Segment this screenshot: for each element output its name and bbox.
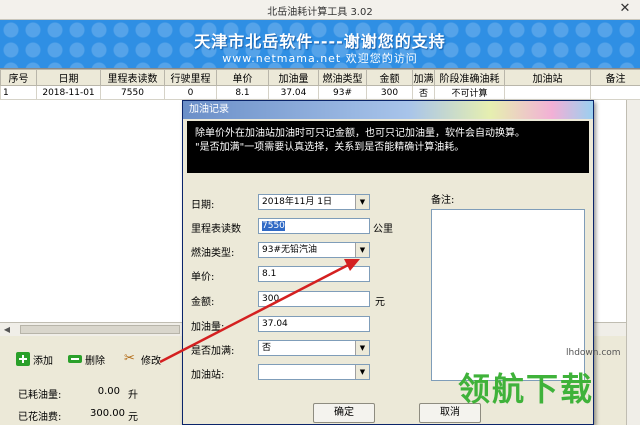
column-header[interactable]: 燃油类型 bbox=[318, 69, 367, 86]
table-cell: 37.04 bbox=[268, 85, 319, 100]
amount-unit: 元 bbox=[375, 297, 385, 308]
date-picker[interactable]: 2018年11月 1日 ▼ bbox=[258, 194, 370, 210]
scrollbar-thumb[interactable] bbox=[20, 325, 180, 334]
volume-label: 加油量: bbox=[191, 322, 225, 333]
station-label: 加油站: bbox=[191, 370, 225, 381]
column-header[interactable]: 里程表读数 bbox=[100, 69, 165, 86]
full-label: 是否加满: bbox=[191, 346, 235, 357]
scroll-left-icon[interactable]: ◀ bbox=[0, 323, 14, 336]
stat-label: 已耗油量: bbox=[18, 390, 62, 401]
table-cell bbox=[590, 85, 640, 100]
odometer-label: 里程表读数 bbox=[191, 224, 241, 235]
watermark-logo: 领航下载 bbox=[458, 370, 595, 408]
price-input[interactable]: 8.1 bbox=[258, 266, 370, 282]
stat-unit: 元 bbox=[128, 412, 138, 423]
fuel-type-value: 93#无铅汽油 bbox=[262, 245, 317, 255]
table-row[interactable]: 1 2018-11-01 7550 0 8.1 37.04 93# 300 否 … bbox=[0, 85, 640, 100]
table-cell: 不可计算 bbox=[434, 85, 505, 100]
station-select[interactable]: ▼ bbox=[258, 364, 370, 380]
title-bar: 北岳油耗计算工具 3.02 ✕ bbox=[0, 0, 640, 20]
table-cell: 8.1 bbox=[216, 85, 269, 100]
amount-input[interactable]: 300 bbox=[258, 291, 370, 307]
notes-label: 备注: bbox=[431, 195, 455, 206]
table-cell: 否 bbox=[412, 85, 435, 100]
amount-value: 300 bbox=[262, 294, 280, 304]
fuel-type-select[interactable]: 93#无铅汽油 ▼ bbox=[258, 242, 370, 258]
ok-button[interactable]: 确定 bbox=[313, 403, 375, 423]
info-line: 除单价外在加油站加油时可只记金额，也可只记加油量，软件会自动换算。 bbox=[195, 128, 525, 139]
column-header[interactable]: 阶段准确油耗 bbox=[434, 69, 505, 86]
odometer-value: 7550 bbox=[262, 221, 285, 231]
delete-label: 删除 bbox=[85, 355, 105, 367]
column-header[interactable]: 行驶里程 bbox=[164, 69, 217, 86]
edit-label: 修改 bbox=[141, 355, 161, 367]
table-cell: 93# bbox=[318, 85, 367, 100]
notes-textarea[interactable] bbox=[431, 209, 585, 381]
chevron-down-icon[interactable]: ▼ bbox=[355, 365, 369, 379]
banner-title: 天津市北岳软件----谢谢您的支持 bbox=[194, 32, 446, 51]
tools-icon: ✂ bbox=[124, 351, 135, 366]
stat-unit: 升 bbox=[128, 390, 138, 401]
banner: 天津市北岳软件----谢谢您的支持 www.netmama.net 欢迎您的访问 bbox=[0, 20, 640, 68]
column-header[interactable]: 加满 bbox=[412, 69, 435, 86]
price-value: 8.1 bbox=[262, 269, 277, 279]
table-header-row: 序号 日期 里程表读数 行驶里程 单价 加油量 燃油类型 金额 加满 阶段准确油… bbox=[0, 69, 640, 86]
table-cell bbox=[504, 85, 591, 100]
chevron-down-icon[interactable]: ▼ bbox=[355, 243, 369, 257]
fuel-cost-stat: 已花油费: 300.00 元 bbox=[18, 408, 138, 423]
edit-button[interactable]: ✂ 修改 bbox=[124, 350, 161, 368]
fuel-type-label: 燃油类型: bbox=[191, 248, 235, 259]
dialog-title: 加油记录 bbox=[183, 101, 593, 119]
stat-label: 已花油费: bbox=[18, 412, 62, 423]
stat-value: 300.00 bbox=[90, 408, 125, 419]
table-cell: 7550 bbox=[100, 85, 165, 100]
table-cell: 0 bbox=[164, 85, 217, 100]
odometer-input[interactable]: 7550 bbox=[258, 218, 370, 234]
add-label: 添加 bbox=[33, 355, 53, 367]
column-header[interactable]: 加油量 bbox=[268, 69, 319, 86]
date-value: 2018年11月 1日 bbox=[262, 197, 332, 207]
info-line: "是否加满"一项需要认真选择，关系到是否能精确计算油耗。 bbox=[195, 142, 465, 153]
add-button[interactable]: 添加 bbox=[16, 350, 53, 368]
volume-input[interactable]: 37.04 bbox=[258, 316, 370, 332]
close-icon[interactable]: ✕ bbox=[616, 1, 634, 17]
fuel-used-stat: 已耗油量: 0.00 升 bbox=[18, 386, 138, 401]
full-select[interactable]: 否 ▼ bbox=[258, 340, 370, 356]
odometer-unit: 公里 bbox=[373, 224, 393, 235]
volume-value: 37.04 bbox=[262, 319, 288, 329]
table-cell: 300 bbox=[366, 85, 413, 100]
date-label: 日期: bbox=[191, 200, 215, 211]
column-header[interactable]: 备注 bbox=[590, 69, 640, 86]
price-label: 单价: bbox=[191, 272, 215, 283]
minus-icon bbox=[68, 355, 82, 363]
delete-button[interactable]: 删除 bbox=[68, 350, 105, 368]
column-header[interactable]: 单价 bbox=[216, 69, 269, 86]
banner-subtitle: www.netmama.net 欢迎您的访问 bbox=[222, 52, 418, 65]
amount-label: 金额: bbox=[191, 297, 215, 308]
full-value: 否 bbox=[262, 343, 272, 353]
column-header[interactable]: 序号 bbox=[0, 69, 37, 86]
window-title: 北岳油耗计算工具 3.02 bbox=[267, 7, 373, 18]
vertical-scrollbar[interactable] bbox=[626, 100, 640, 425]
chevron-down-icon[interactable]: ▼ bbox=[355, 195, 369, 209]
table-cell: 1 bbox=[0, 85, 37, 100]
plus-icon bbox=[16, 352, 30, 366]
watermark-url: lhdown.com bbox=[566, 348, 621, 358]
stat-value: 0.00 bbox=[97, 386, 120, 397]
dialog-info: 除单价外在加油站加油时可只记金额，也可只记加油量，软件会自动换算。 "是否加满"… bbox=[187, 121, 589, 173]
column-header[interactable]: 金额 bbox=[366, 69, 413, 86]
column-header[interactable]: 日期 bbox=[36, 69, 101, 86]
column-header[interactable]: 加油站 bbox=[504, 69, 591, 86]
table-cell: 2018-11-01 bbox=[36, 85, 101, 100]
chevron-down-icon[interactable]: ▼ bbox=[355, 341, 369, 355]
